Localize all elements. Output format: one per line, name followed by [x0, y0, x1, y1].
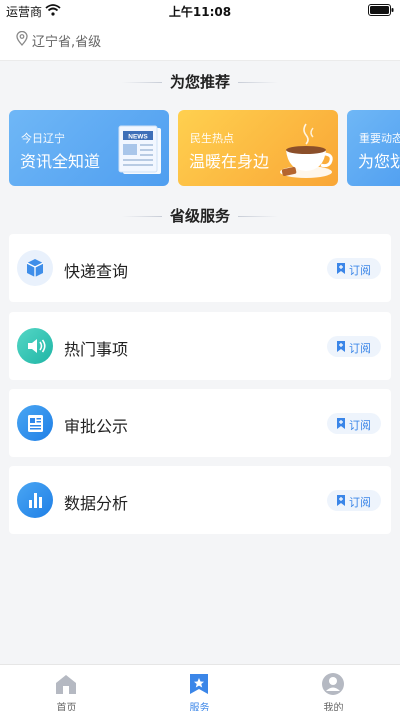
- card-title: 资讯全知道: [20, 152, 101, 171]
- bookmark-icon: [336, 418, 346, 432]
- location-text: 辽宁省,省级: [32, 35, 102, 50]
- bar-chart-icon: [17, 482, 53, 518]
- card-subtitle: 今日辽宁: [21, 132, 65, 145]
- document-icon: [17, 405, 53, 441]
- divider-right: [238, 82, 278, 83]
- tab-mine[interactable]: 我的: [267, 665, 400, 711]
- service-item-express[interactable]: 快递查询 订阅: [9, 234, 391, 302]
- status-bar: 运营商 上午11:08: [0, 0, 400, 20]
- bookmark-icon: [336, 341, 346, 355]
- card-subtitle: 民生热点: [190, 132, 234, 145]
- tab-home[interactable]: 首页: [0, 665, 133, 711]
- service-label: 审批公示: [64, 417, 129, 436]
- user-avatar-icon: [321, 672, 345, 696]
- divider-left: [122, 216, 162, 217]
- subscribe-label: 订阅: [349, 342, 371, 355]
- subscribe-label: 订阅: [349, 419, 371, 432]
- bottom-tab-bar: 首页 服务 我的: [0, 664, 400, 711]
- recommend-title-text: 为您推荐: [169, 73, 230, 91]
- home-icon: [54, 672, 78, 696]
- package-icon: [17, 250, 53, 286]
- location-pin-icon: [16, 30, 28, 50]
- news-badge: NEWS: [128, 134, 148, 141]
- services-star-icon: [187, 672, 211, 696]
- service-item-data-analysis[interactable]: 数据分析 订阅: [9, 466, 391, 534]
- subscribe-label: 订阅: [349, 264, 371, 277]
- recommend-card-news[interactable]: 今日辽宁 资讯全知道 NEWS: [9, 110, 169, 186]
- services-section-title: 省级服务: [0, 205, 400, 229]
- service-label: 数据分析: [64, 494, 129, 513]
- clock: 上午11:08: [168, 5, 232, 19]
- card-subtitle: 重要动态: [359, 132, 400, 145]
- divider-left: [122, 82, 162, 83]
- subscribe-button[interactable]: 订阅: [327, 258, 381, 279]
- bookmark-icon: [336, 495, 346, 509]
- services-title-text: 省级服务: [169, 207, 230, 225]
- newspaper-icon: NEWS: [117, 124, 165, 180]
- subscribe-label: 订阅: [349, 496, 371, 509]
- tab-label: 我的: [323, 703, 344, 711]
- recommend-carousel[interactable]: 今日辽宁 资讯全知道 NEWS 民生热点 温暖在身边 重要动态 为您划: [0, 110, 400, 186]
- card-title: 为您划: [358, 152, 400, 171]
- coffee-cup-icon: [278, 122, 334, 186]
- subscribe-button[interactable]: 订阅: [327, 336, 381, 357]
- recommend-section-title: 为您推荐: [0, 71, 400, 95]
- service-label: 热门事项: [64, 340, 129, 359]
- recommend-card-updates[interactable]: 重要动态 为您划: [347, 110, 400, 186]
- divider-right: [238, 216, 278, 217]
- tab-label: 服务: [189, 703, 210, 711]
- subscribe-button[interactable]: 订阅: [327, 413, 381, 434]
- bookmark-icon: [336, 263, 346, 277]
- subscribe-button[interactable]: 订阅: [327, 490, 381, 511]
- tab-label: 首页: [56, 703, 77, 711]
- speaker-icon: [17, 328, 53, 364]
- card-title: 温暖在身边: [189, 152, 270, 171]
- service-item-approval[interactable]: 审批公示 订阅: [9, 389, 391, 457]
- tab-services[interactable]: 服务: [133, 665, 266, 711]
- service-label: 快递查询: [64, 262, 129, 281]
- recommend-card-livelihood[interactable]: 民生热点 温暖在身边: [178, 110, 338, 186]
- location-header[interactable]: 辽宁省,省级: [0, 20, 400, 61]
- battery-icon: [368, 4, 394, 19]
- service-item-hot-matters[interactable]: 热门事项 订阅: [9, 312, 391, 380]
